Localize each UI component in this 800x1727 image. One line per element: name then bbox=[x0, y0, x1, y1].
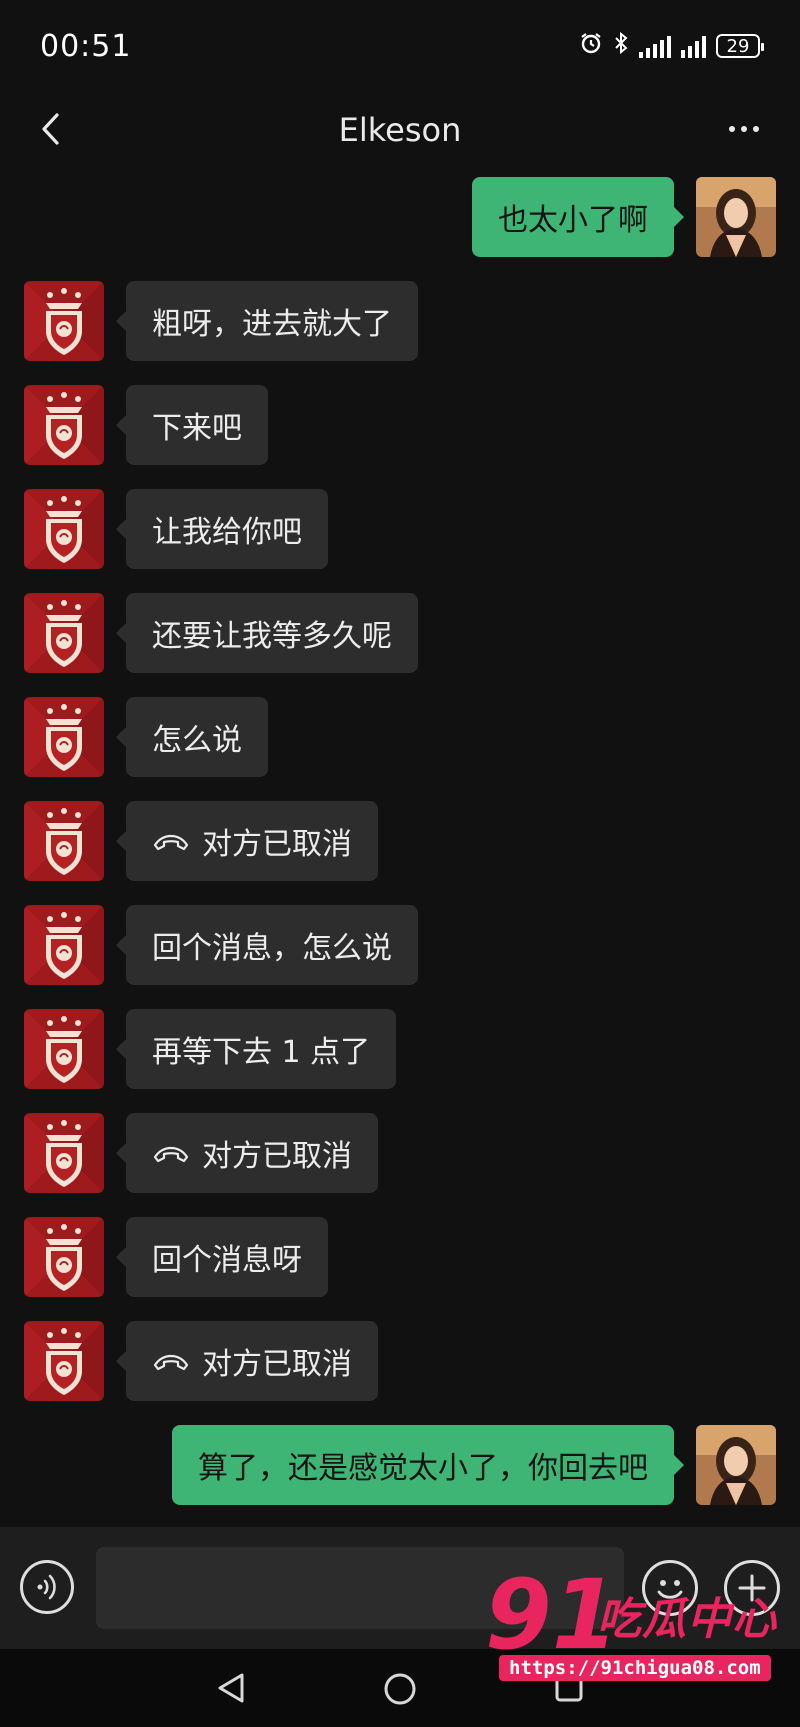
contact-avatar[interactable] bbox=[24, 489, 104, 569]
message-text: 还要让我等多久呢 bbox=[152, 619, 392, 654]
message-row: 再等下去 1 点了 bbox=[0, 1009, 800, 1089]
message-row: 算了，还是感觉太小了，你回去吧 bbox=[0, 1425, 800, 1505]
nav-home-icon[interactable] bbox=[382, 1671, 418, 1707]
status-time: 00:51 bbox=[40, 28, 132, 64]
message-row: 对方已取消 bbox=[0, 1321, 800, 1401]
message-bubble-incoming[interactable]: 回个消息，怎么说 bbox=[116, 905, 418, 985]
more-dot bbox=[753, 126, 759, 132]
contact-avatar[interactable] bbox=[24, 593, 104, 673]
message-bubble-outgoing[interactable]: 算了，还是感觉太小了，你回去吧 bbox=[172, 1425, 684, 1505]
message-row: 还要让我等多久呢 bbox=[0, 593, 800, 673]
nav-back-icon[interactable] bbox=[214, 1671, 248, 1705]
voice-input-button[interactable] bbox=[20, 1560, 74, 1614]
message-bubble-incoming[interactable]: 还要让我等多久呢 bbox=[116, 593, 418, 673]
status-bar: 00:51 29 bbox=[0, 0, 800, 92]
more-options-button[interactable] bbox=[714, 104, 774, 154]
contact-avatar[interactable] bbox=[24, 697, 104, 777]
signal-strength-2-icon bbox=[681, 34, 706, 58]
voice-input-icon bbox=[37, 1574, 56, 1600]
contact-avatar[interactable] bbox=[24, 281, 104, 361]
message-text: 对方已取消 bbox=[202, 827, 352, 862]
message-bubble-incoming[interactable]: 粗呀，进去就大了 bbox=[116, 281, 418, 361]
message-row: 粗呀，进去就大了 bbox=[0, 281, 800, 361]
message-text: 对方已取消 bbox=[202, 1139, 352, 1174]
message-row: 也太小了啊 bbox=[0, 177, 800, 257]
message-bubble-incoming[interactable]: 下来吧 bbox=[116, 385, 268, 465]
call-canceled-bubble[interactable]: 对方已取消 bbox=[116, 1113, 378, 1193]
message-bubble-outgoing[interactable]: 也太小了啊 bbox=[472, 177, 684, 257]
message-row: 回个消息，怎么说 bbox=[0, 905, 800, 985]
contact-avatar[interactable] bbox=[24, 905, 104, 985]
message-text: 也太小了啊 bbox=[498, 203, 648, 238]
message-text: 再等下去 1 点了 bbox=[152, 1035, 371, 1070]
message-text: 回个消息呀 bbox=[152, 1243, 302, 1278]
contact-avatar[interactable] bbox=[24, 385, 104, 465]
contact-avatar[interactable] bbox=[24, 801, 104, 881]
message-text: 怎么说 bbox=[152, 723, 242, 758]
contact-avatar[interactable] bbox=[24, 1321, 104, 1401]
call-ended-icon bbox=[152, 1143, 190, 1163]
call-canceled-bubble[interactable]: 对方已取消 bbox=[116, 1321, 378, 1401]
message-row: 下来吧 bbox=[0, 385, 800, 465]
message-row: 对方已取消 bbox=[0, 801, 800, 881]
alarm-icon bbox=[579, 31, 603, 61]
message-text: 让我给你吧 bbox=[152, 515, 302, 550]
battery-indicator: 29 bbox=[716, 34, 764, 58]
contact-avatar[interactable] bbox=[24, 1009, 104, 1089]
chevron-left-icon bbox=[42, 113, 59, 145]
message-text: 回个消息，怎么说 bbox=[152, 931, 392, 966]
message-bubble-incoming[interactable]: 回个消息呀 bbox=[116, 1217, 328, 1297]
message-row: 回个消息呀 bbox=[0, 1217, 800, 1297]
message-row: 让我给你吧 bbox=[0, 489, 800, 569]
chat-title: Elkeson bbox=[338, 111, 462, 149]
call-canceled-bubble[interactable]: 对方已取消 bbox=[116, 801, 378, 881]
watermark-url: https://91chigua08.com bbox=[499, 1655, 771, 1681]
my-avatar[interactable] bbox=[696, 1425, 776, 1505]
message-bubble-incoming[interactable]: 让我给你吧 bbox=[116, 489, 328, 569]
message-text: 算了，还是感觉太小了，你回去吧 bbox=[198, 1451, 648, 1486]
call-ended-icon bbox=[152, 831, 190, 851]
message-text: 粗呀，进去就大了 bbox=[152, 307, 392, 342]
more-dot bbox=[741, 126, 747, 132]
message-bubble-incoming[interactable]: 怎么说 bbox=[116, 697, 268, 777]
message-row: 对方已取消 bbox=[0, 1113, 800, 1193]
watermark-text: 吃瓜中心 bbox=[597, 1594, 777, 1645]
back-button[interactable] bbox=[26, 104, 76, 154]
contact-avatar[interactable] bbox=[24, 1217, 104, 1297]
status-icons: 29 bbox=[579, 31, 764, 61]
watermark: 91 吃瓜中心 https://91chigua08.com bbox=[485, 1567, 795, 1692]
chat-header: Elkeson bbox=[0, 92, 800, 168]
chat-screen: 00:51 29 Elkeson 也太小了啊 粗呀，进去就大了 下来吧 让我给你… bbox=[0, 0, 800, 1727]
contact-avatar[interactable] bbox=[24, 1113, 104, 1193]
bluetooth-icon bbox=[613, 31, 629, 61]
message-bubble-incoming[interactable]: 再等下去 1 点了 bbox=[115, 1009, 397, 1089]
more-dots-icon bbox=[729, 126, 735, 132]
my-avatar[interactable] bbox=[696, 177, 776, 257]
message-row: 怎么说 bbox=[0, 697, 800, 777]
call-ended-icon bbox=[152, 1351, 190, 1371]
message-text: 对方已取消 bbox=[202, 1347, 352, 1382]
signal-strength-1-icon bbox=[639, 34, 671, 58]
message-text: 下来吧 bbox=[152, 411, 242, 446]
